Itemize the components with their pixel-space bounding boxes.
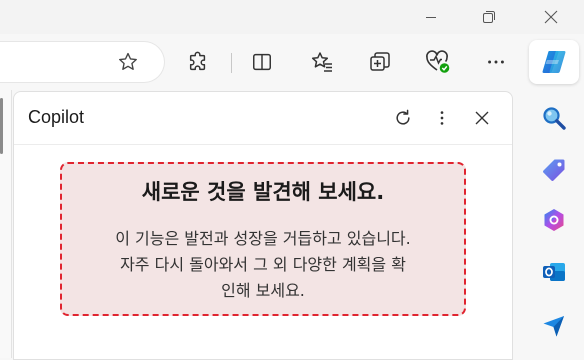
notice-title: 새로운 것을 발견해 보세요.	[141, 180, 385, 204]
copilot-pane: Copilot 새로운 것을 발견해 보세요. 이 기능은 발전과 성장을 거듭…	[13, 91, 513, 360]
minimize-button[interactable]	[408, 2, 454, 32]
close-icon	[475, 111, 489, 125]
more-vertical-icon	[440, 111, 444, 125]
outlook-icon	[543, 263, 565, 281]
restore-button[interactable]	[466, 2, 512, 32]
favorites-icon	[311, 52, 332, 72]
favorite-star-icon	[119, 52, 137, 70]
copilot-icon	[542, 51, 566, 73]
favorites-button[interactable]	[306, 46, 338, 78]
shopping-tag-icon	[543, 159, 565, 181]
sidebar-outlook-button[interactable]	[540, 258, 568, 286]
discover-notice: 새로운 것을 발견해 보세요. 이 기능은 발전과 성장을 거듭하고 있습니다.…	[60, 162, 466, 316]
copilot-pane-header: Copilot	[14, 92, 512, 145]
sidebar-microsoft365-button[interactable]	[540, 206, 568, 234]
sidebar-search-button[interactable]	[540, 104, 568, 132]
extensions-icon	[189, 51, 206, 71]
browser-toolbar	[0, 34, 584, 90]
search-icon	[543, 107, 566, 130]
close-pane-button[interactable]	[468, 104, 496, 132]
close-window-button[interactable]	[528, 2, 574, 32]
collections-button[interactable]	[364, 46, 396, 78]
pane-more-button[interactable]	[428, 104, 456, 132]
notice-line: 인해 보세요.	[221, 281, 305, 300]
favorite-star-button[interactable]	[112, 46, 144, 78]
copilot-toggle-button[interactable]	[529, 40, 579, 84]
notice-line: 자주 다시 돌아와서 그 외 다양한 계획을 확	[120, 255, 406, 274]
refresh-icon	[396, 109, 410, 125]
browser-essentials-icon	[426, 50, 450, 73]
toolbar-separator	[231, 53, 232, 73]
minimize-icon	[426, 17, 436, 18]
title-bar	[0, 0, 584, 34]
split-screen-button[interactable]	[246, 46, 278, 78]
split-screen-icon	[253, 53, 271, 71]
collections-icon	[370, 52, 390, 71]
restore-icon	[483, 11, 495, 23]
more-options-button[interactable]	[480, 46, 512, 78]
microsoft365-icon	[544, 209, 564, 231]
sidebar-send-button[interactable]	[540, 312, 568, 340]
refresh-button[interactable]	[389, 104, 417, 132]
more-options-icon	[488, 60, 504, 64]
browser-essentials-button[interactable]	[422, 46, 454, 78]
send-icon	[543, 316, 564, 337]
edge-sidebar	[518, 90, 584, 358]
sidebar-shopping-button[interactable]	[540, 156, 568, 184]
page-scrollbar[interactable]	[0, 98, 3, 154]
notice-line: 이 기능은 발전과 성장을 거듭하고 있습니다.	[115, 229, 411, 248]
close-icon	[544, 10, 558, 24]
pane-title: Copilot	[28, 107, 85, 127]
extensions-button[interactable]	[182, 46, 214, 78]
notice-body: 이 기능은 발전과 성장을 거듭하고 있습니다. 자주 다시 돌아와서 그 외 …	[76, 226, 450, 304]
